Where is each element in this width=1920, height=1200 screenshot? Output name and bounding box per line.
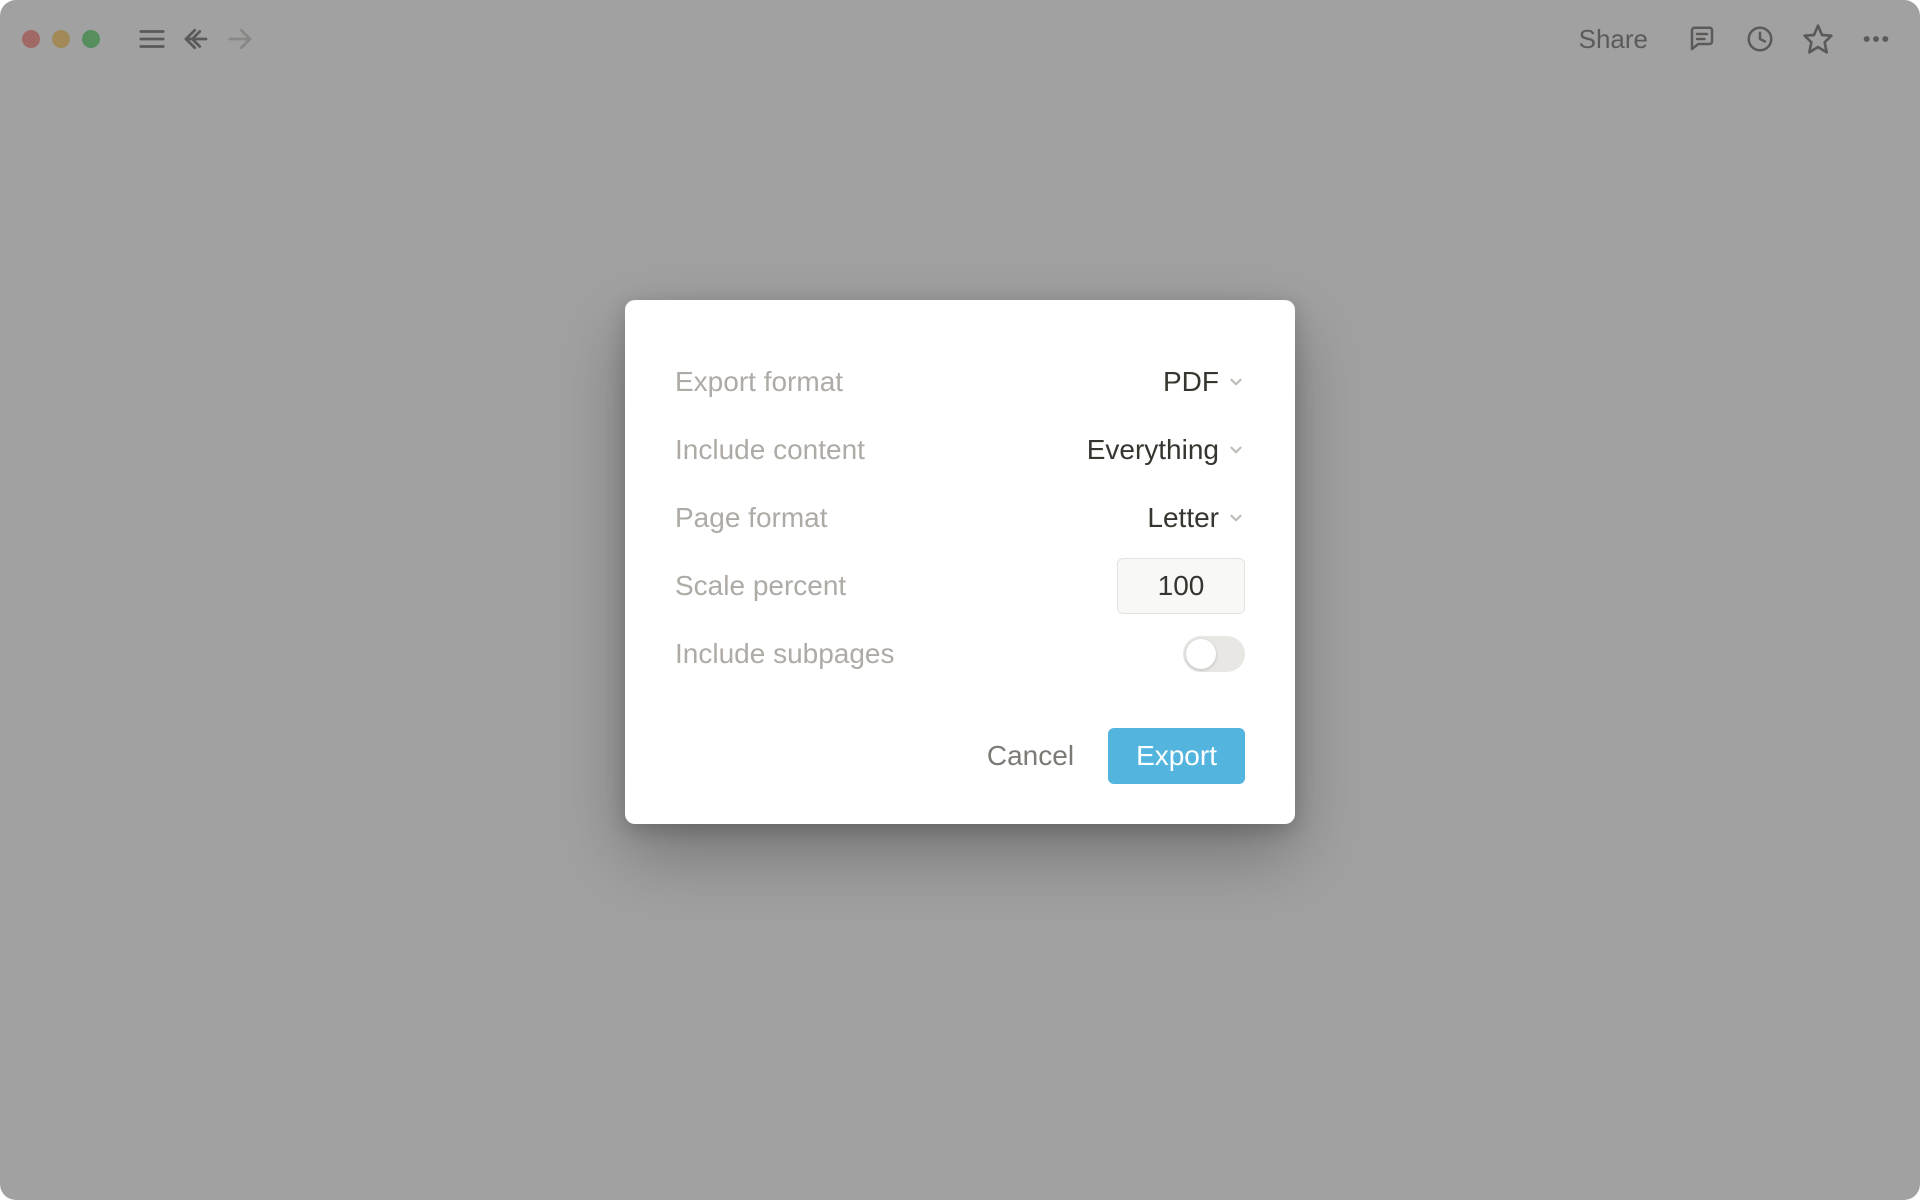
export-format-label: Export format	[675, 366, 843, 398]
include-subpages-toggle[interactable]	[1183, 636, 1245, 672]
chevron-down-icon	[1227, 373, 1245, 391]
page-format-select[interactable]: Letter	[1147, 502, 1245, 534]
include-content-row: Include content Everything	[675, 416, 1245, 484]
export-format-row: Export format PDF	[675, 348, 1245, 416]
export-button[interactable]: Export	[1108, 728, 1245, 784]
export-format-select[interactable]: PDF	[1163, 366, 1245, 398]
scale-percent-label: Scale percent	[675, 570, 846, 602]
chevron-down-icon	[1227, 441, 1245, 459]
include-subpages-row: Include subpages	[675, 620, 1245, 688]
include-content-label: Include content	[675, 434, 865, 466]
cancel-button[interactable]: Cancel	[987, 740, 1074, 772]
include-subpages-label: Include subpages	[675, 638, 895, 670]
modal-actions: Cancel Export	[675, 728, 1245, 784]
page-format-row: Page format Letter	[675, 484, 1245, 552]
app-window: Share	[0, 0, 1920, 1200]
include-content-select[interactable]: Everything	[1087, 434, 1245, 466]
include-content-value: Everything	[1087, 434, 1219, 466]
scale-percent-input[interactable]	[1117, 558, 1245, 614]
page-format-label: Page format	[675, 502, 828, 534]
scale-percent-row: Scale percent	[675, 552, 1245, 620]
toggle-knob	[1186, 639, 1216, 669]
export-format-value: PDF	[1163, 366, 1219, 398]
chevron-down-icon	[1227, 509, 1245, 527]
page-format-value: Letter	[1147, 502, 1219, 534]
export-modal: Export format PDF Include content Everyt…	[625, 300, 1295, 824]
